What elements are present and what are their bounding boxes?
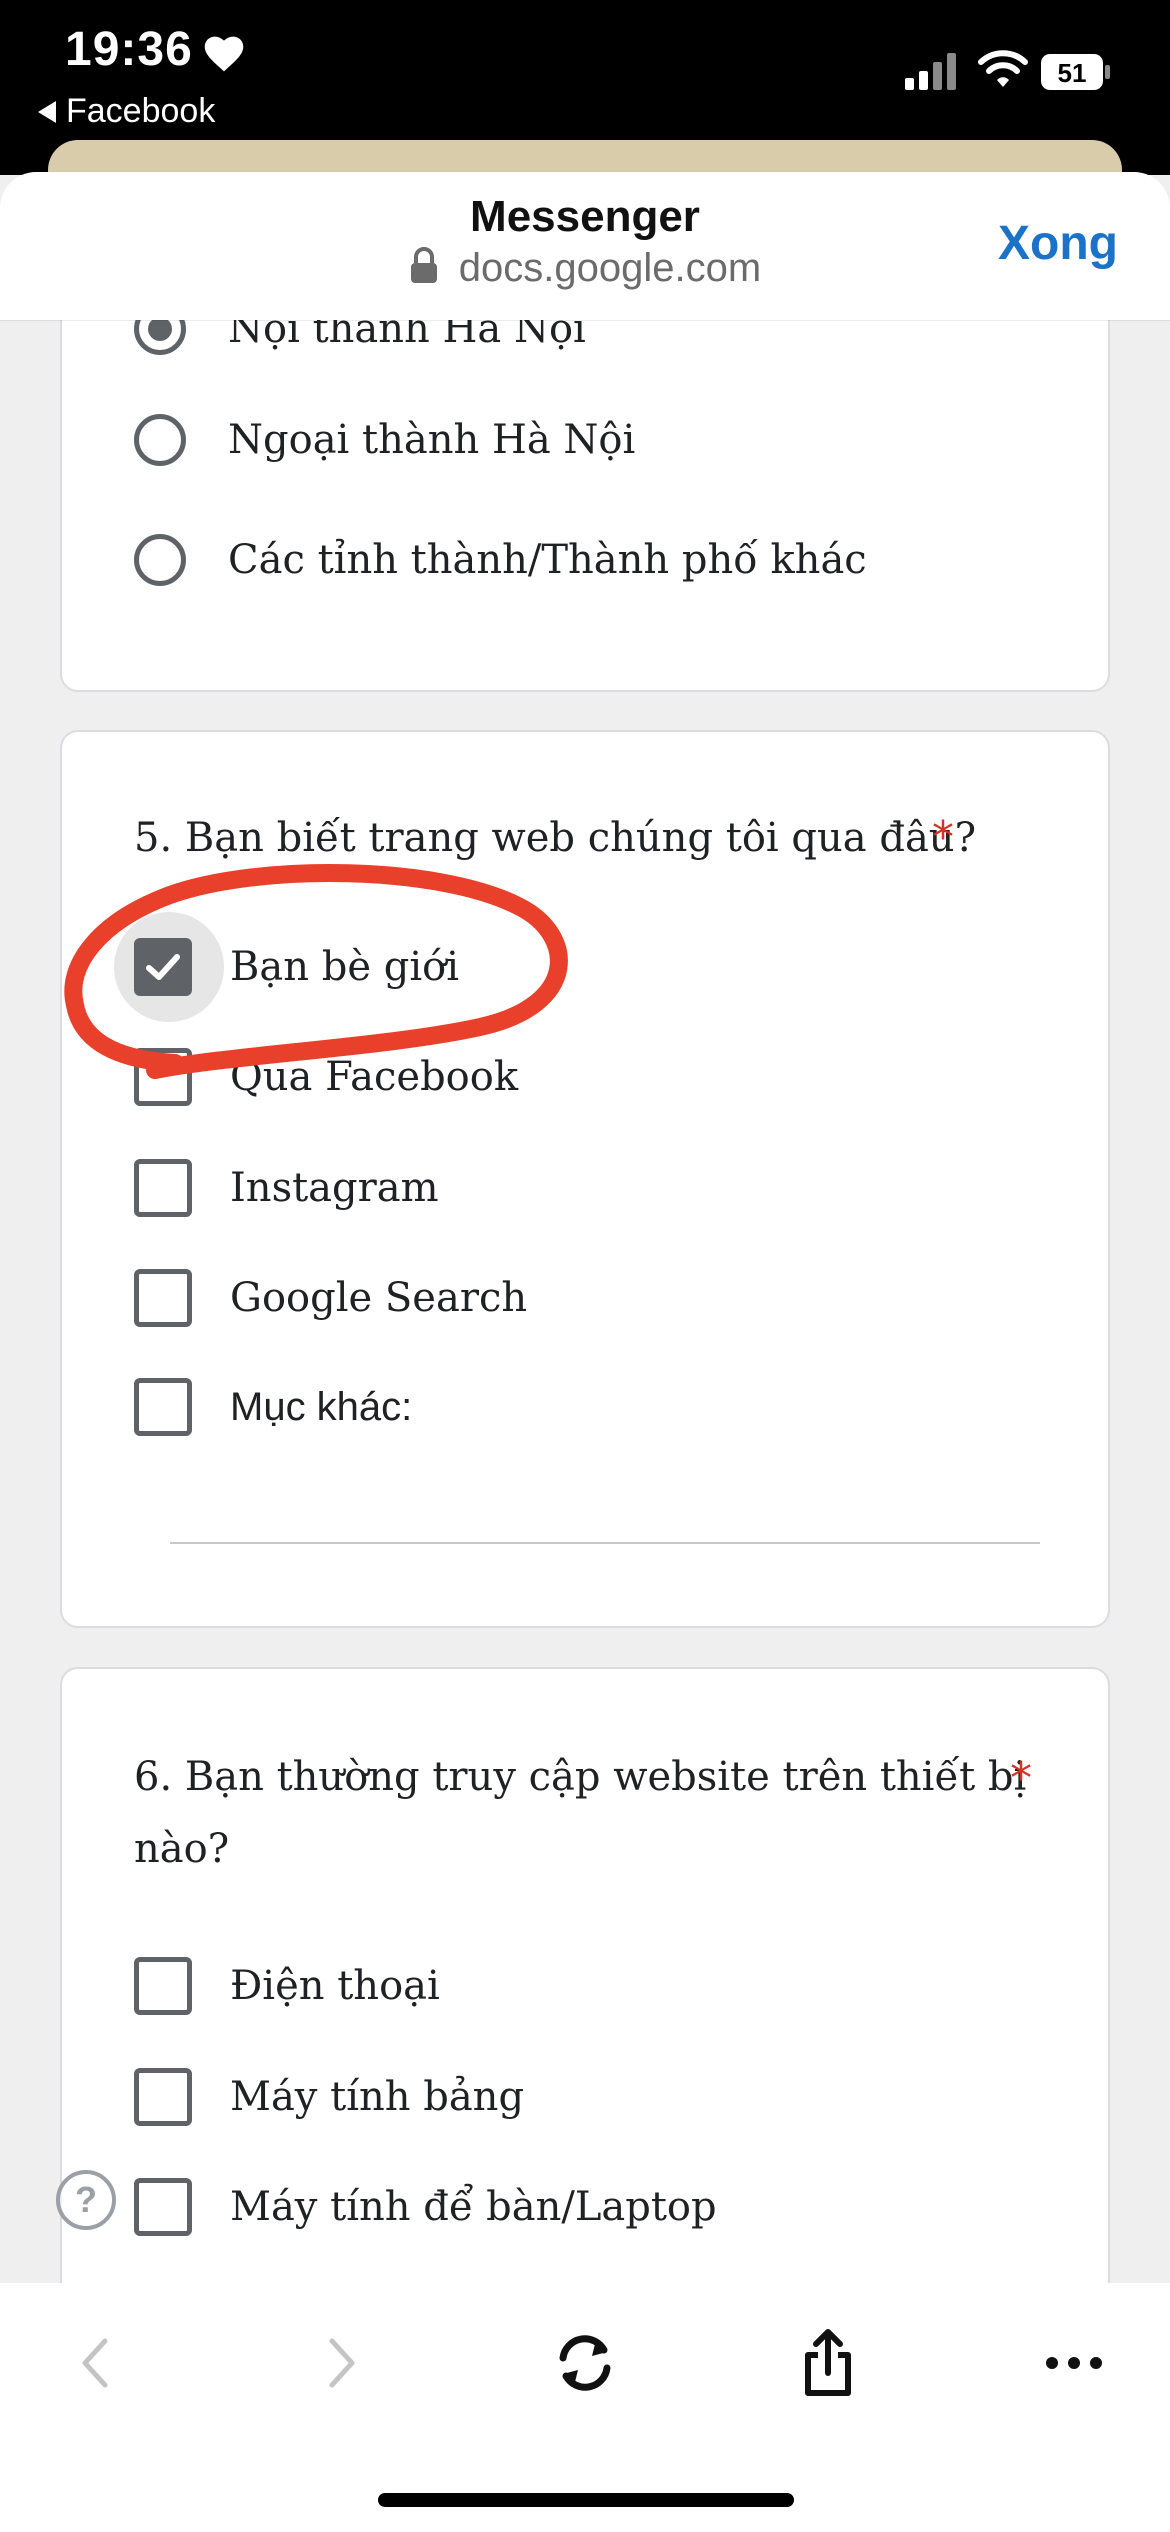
refresh-icon — [559, 2335, 611, 2391]
checkbox[interactable] — [134, 1378, 192, 1436]
checkbox-option-other[interactable]: Mục khác: — [134, 1375, 412, 1439]
required-asterisk: * — [932, 812, 954, 863]
question-title: 5. Bạn biết trang web chúng tôi qua đâu? — [134, 815, 977, 861]
checkbox[interactable] — [134, 1048, 192, 1106]
checkbox-option[interactable]: Google Search — [134, 1266, 527, 1330]
back-to-app-link[interactable]: Facebook — [38, 92, 215, 131]
radio-option[interactable]: Ngoại thành Hà Nội — [134, 408, 635, 472]
forward-arrow-icon — [329, 2338, 355, 2388]
browser-header: Messenger docs.google.com Xong — [0, 172, 1170, 320]
option-label: Mục khác: — [230, 1384, 413, 1429]
checkbox[interactable] — [134, 1159, 192, 1217]
battery-icon: 51 — [1041, 54, 1110, 90]
back-button[interactable] — [55, 2323, 135, 2403]
heart-icon — [204, 36, 244, 72]
other-text-input[interactable] — [170, 1542, 1040, 1544]
url-text: docs.google.com — [458, 246, 762, 290]
option-label: Google Search — [230, 1275, 528, 1321]
checkbox[interactable] — [134, 1269, 192, 1327]
question-card-5: 5. Bạn biết trang web chúng tôi qua đâu?… — [60, 730, 1110, 1628]
wifi-icon — [978, 50, 1028, 87]
option-label: Qua Facebook — [230, 1054, 519, 1100]
option-label: Instagram — [230, 1165, 439, 1211]
checkbox[interactable] — [134, 1957, 192, 2015]
checkbox-option[interactable]: Điện thoại — [134, 1954, 440, 2018]
question-title-line: 6. Bạn thường truy cập website trên thiế… — [134, 1754, 1027, 1800]
share-button[interactable] — [788, 2323, 868, 2403]
option-label: Máy tính để bàn/Laptop — [230, 2184, 717, 2230]
status-bar: 19:36 Facebook 51 — [0, 0, 1170, 200]
required-asterisk: * — [1010, 1753, 1032, 1804]
battery-level: 51 — [1058, 58, 1087, 88]
back-arrow-icon — [82, 2338, 108, 2388]
share-icon — [805, 2329, 851, 2396]
checkbox-checked[interactable] — [134, 938, 192, 996]
question-title: 6. Bạn thường truy cập website trên thiế… — [134, 1741, 1026, 1885]
cellular-signal-icon — [905, 53, 956, 90]
back-app-label: Facebook — [66, 92, 216, 130]
option-label: Điện thoại — [230, 1963, 440, 2009]
option-label: Các tỉnh thành/Thành phố khác — [228, 537, 867, 583]
radio-button[interactable] — [134, 414, 186, 466]
checkbox-option[interactable]: Bạn bè giới — [134, 935, 459, 999]
radio-option[interactable]: Các tỉnh thành/Thành phố khác — [134, 528, 867, 592]
option-label: Bạn bè giới — [230, 944, 459, 990]
back-triangle-icon — [38, 100, 56, 123]
checkbox[interactable] — [134, 2178, 192, 2236]
checkbox[interactable] — [134, 2068, 192, 2126]
done-button[interactable]: Xong — [998, 216, 1118, 271]
browser-title: Messenger — [470, 192, 700, 241]
question-title-line: nào? — [134, 1826, 230, 1872]
checkbox-option[interactable]: Instagram — [134, 1156, 439, 1220]
option-label: Ngoại thành Hà Nội — [228, 417, 636, 463]
radio-button[interactable] — [134, 534, 186, 586]
checkbox-option[interactable]: Qua Facebook — [134, 1045, 518, 1109]
more-button[interactable] — [1034, 2323, 1114, 2403]
lock-icon — [410, 247, 437, 283]
option-label: Máy tính bảng — [230, 2074, 525, 2120]
more-icon — [1046, 2357, 1102, 2369]
status-time: 19:36 — [65, 23, 193, 76]
checkmark-icon — [146, 954, 180, 980]
refresh-button[interactable] — [545, 2323, 625, 2403]
url-bar[interactable]: docs.google.com — [0, 246, 1170, 291]
checkbox-option[interactable]: Máy tính bảng — [134, 2065, 524, 2129]
forward-button[interactable] — [302, 2323, 382, 2403]
checkbox-option[interactable]: Máy tính để bàn/Laptop — [134, 2175, 717, 2239]
question-card-6: 6. Bạn thường truy cập website trên thiế… — [60, 1667, 1110, 2367]
help-button[interactable]: ? — [56, 2170, 116, 2230]
browser-toolbar — [0, 2283, 1170, 2532]
home-indicator — [378, 2493, 794, 2507]
